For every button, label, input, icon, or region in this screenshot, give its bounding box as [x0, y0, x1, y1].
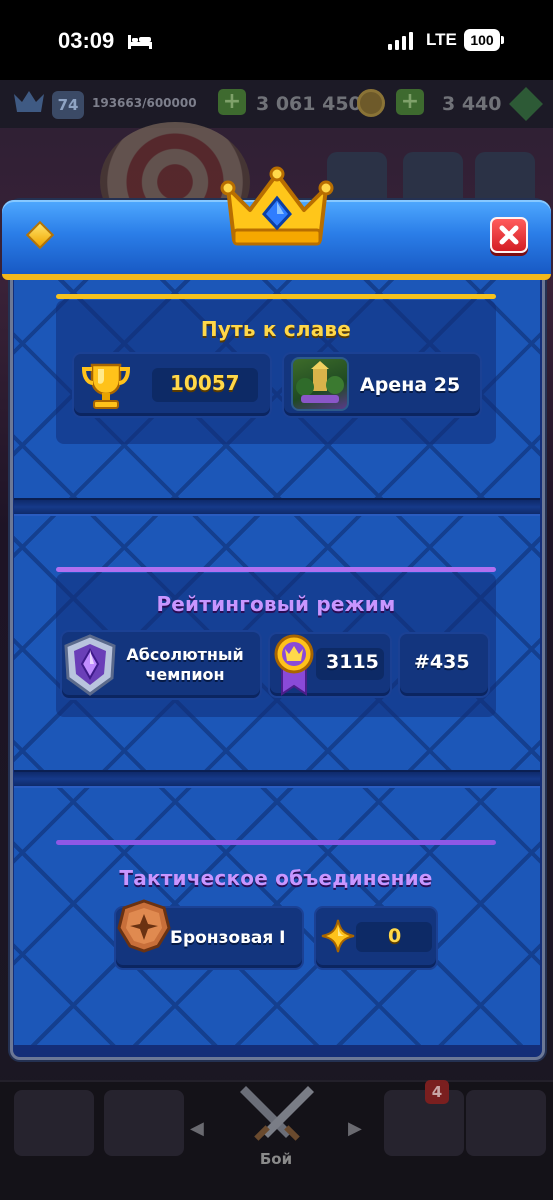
rank-value: #435	[414, 651, 470, 673]
section-title: Тактическое объединение	[119, 866, 433, 890]
nav-events-tab[interactable]	[466, 1090, 546, 1156]
gold-amount: 3 061 450	[256, 93, 362, 115]
close-icon	[499, 225, 519, 245]
arena-label: Арена 25	[360, 374, 461, 396]
section-title: Путь к славе	[200, 317, 352, 341]
nav-right-arrow-icon: ▶	[348, 1118, 362, 1139]
champion-badge-icon	[64, 634, 116, 696]
star-icon	[321, 919, 355, 953]
player-level: 74	[52, 91, 84, 119]
xp-crown-icon	[14, 91, 44, 112]
bed-icon	[128, 35, 152, 49]
nav-cards-tab[interactable]	[104, 1090, 184, 1156]
close-button[interactable]	[490, 217, 528, 253]
section-accent-line	[56, 567, 496, 572]
swords-icon[interactable]	[232, 1080, 322, 1150]
add-gold-button[interactable]: +	[218, 89, 246, 115]
trophy-icon	[81, 363, 131, 409]
crown-icon	[220, 166, 334, 246]
bronze-badge-icon	[117, 899, 171, 953]
nav-battle-label: Бой	[259, 1150, 293, 1168]
merge-league-name: Бронзовая I	[170, 928, 286, 948]
merge-stars-value: 0	[388, 925, 402, 947]
nav-left-arrow-icon: ◀	[190, 1118, 204, 1139]
trophies-value: 10057	[170, 371, 240, 395]
nav-shop-tab[interactable]	[14, 1090, 94, 1156]
add-gems-button[interactable]: +	[396, 89, 424, 115]
gem-amount: 3 440	[442, 93, 502, 115]
nav-clan-badge: 4	[425, 1080, 449, 1104]
battery-indicator: 100	[464, 29, 504, 51]
nav-clan-tab[interactable]	[384, 1090, 464, 1156]
status-bar: 03:09 LTE 100	[0, 0, 553, 80]
section-accent-line	[56, 294, 496, 299]
xp-progress: 193663/600000	[92, 96, 197, 110]
section-divider	[14, 498, 540, 516]
arena-castle-icon	[296, 361, 344, 403]
rating-value: 3115	[326, 651, 379, 673]
gold-coin-icon	[357, 89, 385, 117]
section-accent-line	[56, 840, 496, 845]
arena-image	[291, 357, 349, 411]
section-title: Рейтинговый режим	[156, 592, 396, 616]
signal-icon	[388, 32, 413, 50]
league-name: Абсолютный чемпион	[126, 645, 244, 684]
network-label: LTE	[426, 30, 457, 49]
rating-medal-icon	[274, 634, 314, 696]
status-time: 03:09	[58, 28, 115, 53]
section-divider	[14, 770, 540, 788]
